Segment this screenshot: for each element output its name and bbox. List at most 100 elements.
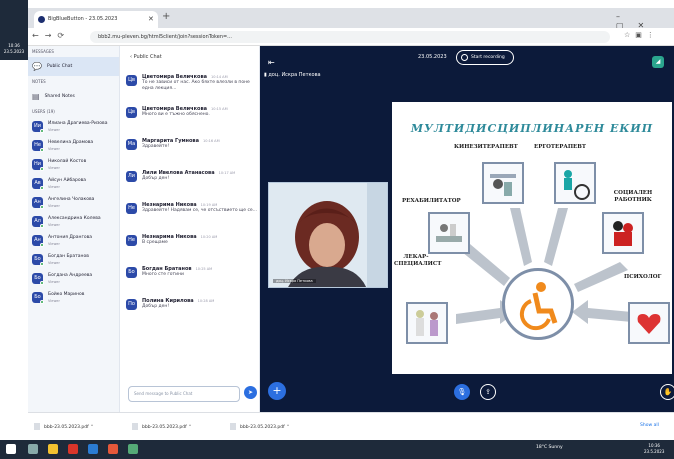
avatar: Цв bbox=[126, 75, 137, 86]
download-item[interactable]: bbb-23.05.2023.pdf ⌃ bbox=[132, 423, 192, 430]
webcam-person-image bbox=[269, 183, 387, 287]
show-all-downloads-link[interactable]: Show all bbox=[640, 423, 659, 428]
app-icon[interactable] bbox=[88, 444, 98, 454]
role-rehabilitator: РЕХАБИЛИТАТОР bbox=[402, 198, 461, 204]
user-list-item[interactable]: Ан Ангелина Чолакова Viewer bbox=[28, 193, 119, 212]
chat-message-list: Цв Цветомира Величкова 10:14 AM То не завис… bbox=[120, 70, 260, 326]
download-item[interactable]: bbb-23.05.2023.pdf ⌃ bbox=[34, 423, 94, 430]
avatar: Бо bbox=[32, 273, 44, 285]
chat-message: Цв Цветомира Величкова 10:14 AM То не завис… bbox=[120, 70, 260, 102]
record-icon bbox=[461, 54, 468, 61]
chrome-icon[interactable] bbox=[108, 444, 118, 454]
avatar: Бо bbox=[32, 292, 44, 304]
avatar: Бо bbox=[126, 267, 137, 278]
role-doctor-specialist: ЛЕКАР-СПЕЦИАЛИСТ bbox=[394, 254, 442, 267]
app-icon[interactable] bbox=[128, 444, 138, 454]
options-button[interactable]: ◢ bbox=[652, 56, 664, 68]
taskbar-clock[interactable]: 10:36 23.5.2023 bbox=[644, 443, 664, 455]
wheelchair-icon bbox=[502, 268, 574, 340]
raise-hand-button[interactable]: ✋ bbox=[660, 384, 674, 400]
avatar: Бо bbox=[32, 254, 44, 266]
user-list-item[interactable]: Ав Айсун Айбарова Viewer bbox=[28, 174, 119, 193]
url-field[interactable]: bbb2.mu-pleven.bg/html5client/join?sessi… bbox=[90, 31, 610, 43]
avatar: Ни bbox=[32, 159, 44, 171]
doctor-picture bbox=[406, 302, 448, 344]
actions-plus-button[interactable]: + bbox=[268, 382, 286, 400]
avatar: Не bbox=[32, 140, 44, 152]
avatar: Ли bbox=[126, 171, 137, 182]
share-screen-button[interactable]: ⇪ bbox=[480, 384, 496, 400]
notes-header: NOTES bbox=[32, 79, 46, 84]
chat-message: Не Незнарима Никова 10:20 AM В срещаме bbox=[120, 230, 260, 262]
avatar: Не bbox=[126, 235, 137, 246]
user-list-item[interactable]: Бо Бойко Маринов Viewer bbox=[28, 288, 119, 307]
notes-icon: ▤ bbox=[32, 92, 40, 101]
address-bar: ←→⟳ bbb2.mu-pleven.bg/html5client/join?s… bbox=[28, 28, 674, 46]
presentation-area: ⇤ 23.05.2023 Start recording ◢ ▮ доц. Ис… bbox=[260, 46, 674, 412]
browser-tab[interactable]: BigBlueButton - 23.05.2023 ✕ bbox=[34, 11, 158, 28]
avatar: Ан bbox=[32, 235, 44, 247]
role-social-worker: СОЦИАЛЕН РАБОТНИК bbox=[613, 190, 653, 203]
app-icon[interactable] bbox=[68, 444, 78, 454]
avatar: Ав bbox=[32, 178, 44, 190]
chat-message: Цв Цветомира Величкова 10:15 AM Много ви е … bbox=[120, 102, 260, 134]
close-tab-icon[interactable]: ✕ bbox=[148, 11, 154, 28]
shared-notes-item[interactable]: ▤ Shared Notes bbox=[28, 87, 119, 106]
messages-header: MESSAGES bbox=[32, 49, 54, 54]
chat-panel: ‹ Public Chat Цв Цветомира Величкова 10:14… bbox=[120, 46, 260, 412]
webcam-video[interactable]: доц. Искра Петкова bbox=[268, 182, 388, 288]
social-worker-picture bbox=[602, 212, 644, 254]
microphone-button[interactable]: 🎙 bbox=[454, 384, 470, 400]
navigation-buttons[interactable]: ←→⟳ bbox=[32, 31, 70, 40]
webcam-label: доц. Искра Петкова bbox=[273, 279, 316, 283]
chat-header: ‹ Public Chat bbox=[130, 54, 162, 60]
user-list-item[interactable]: Не Невелина Драмова Viewer bbox=[28, 136, 119, 155]
avatar: Ан bbox=[32, 197, 44, 209]
chat-message: Бо Богдан Братанов 10:25 AM Много сте готин… bbox=[120, 262, 260, 294]
extension-icons[interactable]: ☆▣⋮ bbox=[624, 31, 659, 39]
new-tab-icon[interactable]: + bbox=[162, 11, 170, 22]
bbb-favicon-icon bbox=[38, 16, 45, 23]
ergotherapy-picture bbox=[554, 162, 596, 204]
tab-title: BigBlueButton - 23.05.2023 bbox=[48, 16, 118, 22]
users-header: USERS (19) bbox=[32, 109, 55, 114]
avatar: Не bbox=[126, 203, 137, 214]
avatar: По bbox=[126, 299, 137, 310]
users-sidebar: MESSAGES 💬 Public Chat NOTES ▤ Shared No… bbox=[28, 46, 120, 412]
avatar: Ал bbox=[32, 216, 44, 228]
user-list-item[interactable]: Ни Николай Костов Viewer bbox=[28, 155, 119, 174]
toggle-panel-icon[interactable]: ⇤ bbox=[268, 58, 275, 67]
user-list-item[interactable]: Ан Антония Дрангова Viewer bbox=[28, 231, 119, 250]
start-recording-button[interactable]: Start recording bbox=[456, 50, 514, 65]
presentation-slide: МУЛТИДИСЦИПЛИНАРЕН ЕКИП КИНЕЗИТЕРАПЕВТ Е… bbox=[392, 102, 672, 374]
windows-taskbar: 18°C Sunny 10:36 23.5.2023 bbox=[0, 440, 674, 459]
user-list-item[interactable]: Ии Илиана Драгиева-Ризова Viewer bbox=[28, 117, 119, 136]
avatar: Цв bbox=[126, 107, 137, 118]
avatar: Ии bbox=[32, 121, 44, 133]
chat-message: Не Незнарима Никова 10:19 AM Здравейте! Над… bbox=[120, 198, 260, 230]
browser-tab-strip: BigBlueButton - 23.05.2023 ✕ + –▢✕ bbox=[28, 8, 674, 30]
downloads-bar: bbb-23.05.2023.pdf ⌃ bbb-23.05.2023.pdf … bbox=[28, 412, 674, 440]
user-list-item[interactable]: Ал Александрина Колева Viewer bbox=[28, 212, 119, 231]
role-psychologist: ПСИХОЛОГ bbox=[624, 274, 662, 280]
meeting-date: 23.05.2023 bbox=[418, 54, 447, 60]
folder-icon[interactable] bbox=[48, 444, 58, 454]
download-item[interactable]: bbb-23.05.2023.pdf ⌃ bbox=[230, 423, 290, 430]
chat-bubble-icon: 💬 bbox=[32, 62, 42, 71]
psychologist-picture bbox=[628, 302, 670, 344]
avatar: Ма bbox=[126, 139, 137, 150]
desktop-clock-text: 10:36 23.5.2023 bbox=[3, 43, 25, 54]
system-tray-weather[interactable]: 18°C Sunny bbox=[536, 445, 563, 450]
send-message-button[interactable]: ➤ bbox=[244, 386, 257, 399]
search-icon[interactable] bbox=[28, 444, 38, 454]
chat-message: Ли Лили Ивелова Атанасова 10:17 AM Добър де… bbox=[126, 170, 236, 182]
chat-message: По Полина Кирилова 10:28 AM Добър ден! bbox=[120, 294, 260, 326]
public-chat-item[interactable]: 💬 Public Chat bbox=[28, 57, 119, 76]
role-kinesitherapist: КИНЕЗИТЕРАПЕВТ bbox=[454, 144, 518, 150]
user-list-item[interactable]: Бо Богдан Братанов Viewer bbox=[28, 250, 119, 269]
user-list-item[interactable]: Бо Богдана Андреева Viewer bbox=[28, 269, 119, 288]
chat-message-input[interactable]: Send message to Public Chat bbox=[128, 386, 240, 402]
chat-message: Ма Маргарита Гумнова 10:16 AM Здравейте! bbox=[126, 138, 220, 150]
presenter-name: ▮ доц. Искра Петкова bbox=[264, 72, 321, 78]
start-icon[interactable] bbox=[6, 444, 16, 454]
